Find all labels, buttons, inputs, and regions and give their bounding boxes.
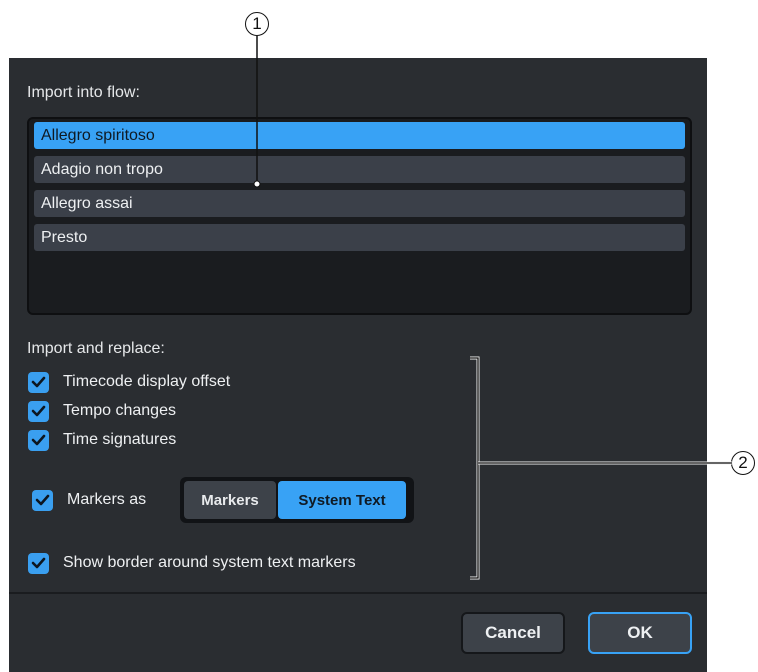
option-markers-as[interactable]: Markers as xyxy=(32,488,146,512)
option-show-border-system-text-markers[interactable]: Show border around system text markers xyxy=(28,551,356,575)
checkbox-checked-icon[interactable] xyxy=(28,400,49,422)
markers-mode-segmented-control: Markers System Text xyxy=(180,477,414,523)
cancel-button[interactable]: Cancel xyxy=(461,612,565,654)
checkbox-checked-icon[interactable] xyxy=(32,489,53,511)
flow-item-allegro-spiritoso[interactable]: Allegro spiritoso xyxy=(34,122,685,149)
import-into-flow-label: Import into flow: xyxy=(27,84,140,101)
checkbox-checked-icon[interactable] xyxy=(28,429,49,451)
footer-divider xyxy=(9,592,707,594)
option-tempo-changes[interactable]: Tempo changes xyxy=(28,399,176,423)
flow-item-allegro-assai[interactable]: Allegro assai xyxy=(34,190,685,217)
option-label: Show border around system text markers xyxy=(63,554,356,571)
markers-mode-markers-button[interactable]: Markers xyxy=(184,481,276,519)
option-label: Timecode display offset xyxy=(63,373,231,390)
ok-button[interactable]: OK xyxy=(588,612,692,654)
markers-mode-system-text-button[interactable]: System Text xyxy=(278,481,406,519)
option-label: Tempo changes xyxy=(63,402,176,419)
checkbox-checked-icon[interactable] xyxy=(28,371,49,393)
flow-item-presto[interactable]: Presto xyxy=(34,224,685,251)
flow-item-adagio-non-tropo[interactable]: Adagio non tropo xyxy=(34,156,685,183)
checkbox-checked-icon[interactable] xyxy=(28,552,49,574)
callout-number-2: 2 xyxy=(731,451,755,475)
import-and-replace-label: Import and replace: xyxy=(27,340,165,357)
option-time-signatures[interactable]: Time signatures xyxy=(28,428,176,452)
option-timecode-display-offset[interactable]: Timecode display offset xyxy=(28,370,230,394)
callout-number-1: 1 xyxy=(245,12,269,36)
option-label: Time signatures xyxy=(63,431,177,448)
option-label: Markers as xyxy=(67,491,147,508)
flow-list: Allegro spiritoso Adagio non tropo Alleg… xyxy=(27,117,692,315)
